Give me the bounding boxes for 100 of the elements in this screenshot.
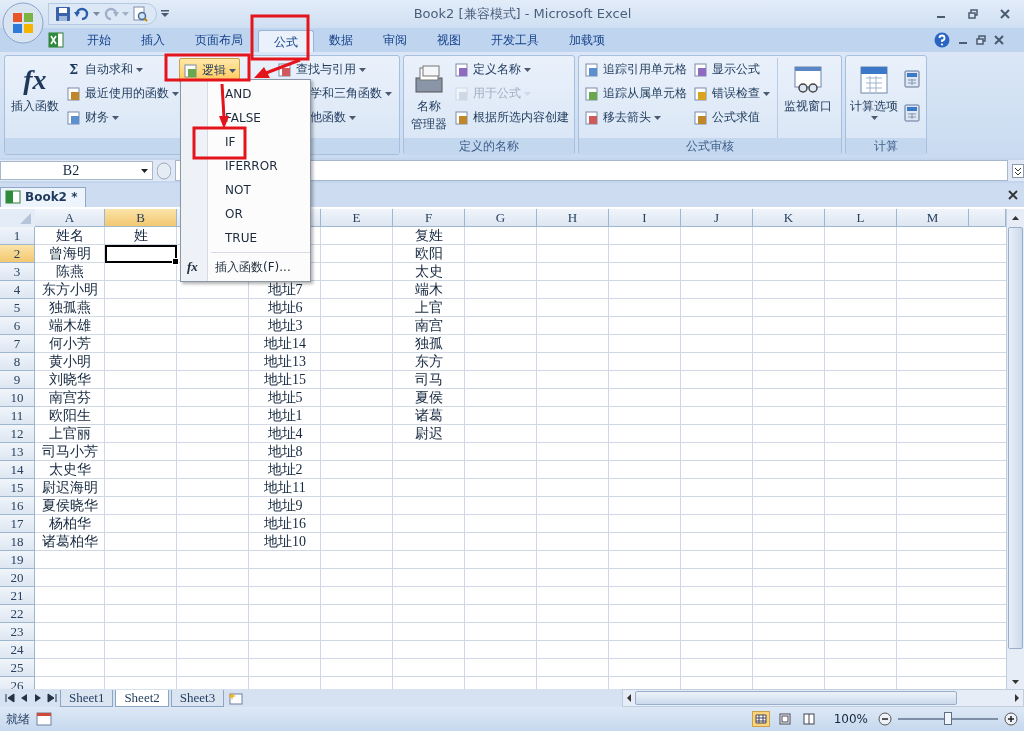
ribbon-button[interactable]: 显示公式 [690,58,777,81]
ribbon-tab[interactable]: 开发工具 [476,28,554,52]
ribbon-button[interactable]: 名称 管理器 [406,58,451,138]
ribbon-button[interactable]: 根据所选内容创建 [451,106,572,129]
ribbon-tab[interactable]: 审阅 [368,28,422,52]
selected-cell[interactable] [105,245,177,263]
row-header[interactable]: 18 [0,533,35,551]
name-box[interactable]: B2 [0,161,153,180]
menu-item[interactable]: IFERROR [181,154,310,178]
column-header[interactable]: J [681,209,753,227]
row-header[interactable]: 11 [0,407,35,425]
ribbon-button[interactable]: 公式求值 [690,106,777,129]
save-icon[interactable] [55,6,71,22]
row-header[interactable]: 21 [0,587,35,605]
row-header[interactable]: 6 [0,317,35,335]
macro-record-icon[interactable] [36,712,52,726]
row-header[interactable]: 5 [0,299,35,317]
column-header[interactable]: B [105,209,177,227]
zoom-out-icon[interactable] [878,712,892,726]
column-header[interactable]: L [825,209,897,227]
expand-icon[interactable] [1012,163,1024,178]
ribbon-tab[interactable]: 视图 [422,28,476,52]
normal-view-icon[interactable] [751,711,770,727]
workbook-tab[interactable]: Book2 * [0,187,87,207]
ribbon-button[interactable]: Σ 自动求和 [62,58,179,81]
menu-item[interactable]: OR [181,202,310,226]
row-header[interactable]: 16 [0,497,35,515]
row-header[interactable]: 9 [0,371,35,389]
ribbon-button[interactable]: 计算选项 [848,58,900,138]
ribbon-button[interactable]: fx 插入函数 [7,58,63,138]
first-sheet-icon[interactable] [4,692,16,704]
ribbon-tab[interactable]: 页面布局 [180,28,258,52]
row-header[interactable]: 17 [0,515,35,533]
ribbon-button[interactable]: 定义名称 [451,58,572,81]
ribbon-button[interactable]: 错误检查 [690,82,777,105]
row-header[interactable]: 14 [0,461,35,479]
menu-item[interactable]: fx 插入函数(F)... [181,255,310,279]
ribbon-button[interactable]: 最近使用的函数 [62,82,179,105]
ribbon-tab[interactable]: 开始 [72,28,126,52]
help-icon[interactable] [934,32,950,48]
row-header[interactable]: 12 [0,425,35,443]
row-header[interactable]: 25 [0,659,35,677]
sheet-tab[interactable]: Sheet2 [115,689,169,707]
sheet-tab[interactable]: Sheet3 [170,689,225,707]
column-header[interactable]: K [753,209,825,227]
row-header[interactable]: 2 [0,245,35,263]
caret-icon [358,67,366,72]
last-sheet-icon[interactable] [46,692,58,704]
slider-thumb[interactable] [944,712,952,725]
row-header[interactable]: 3 [0,263,35,281]
scroll-thumb[interactable] [635,691,957,705]
ribbon-button[interactable]: 监视窗口 [777,58,839,138]
column-header[interactable]: G [465,209,537,227]
close-icon[interactable] [994,35,1004,45]
vertical-scrollbar[interactable] [1006,209,1024,689]
row-header[interactable]: 13 [0,443,35,461]
column-header[interactable]: F [393,209,465,227]
row-header[interactable]: 23 [0,623,35,641]
sheet-tab[interactable]: Sheet1 [60,689,114,707]
row-header[interactable]: 24 [0,641,35,659]
row-header[interactable]: 4 [0,281,35,299]
caret-icon [348,115,356,120]
scroll-thumb[interactable] [1008,227,1023,649]
customize-caret-icon[interactable] [161,10,169,18]
row-header[interactable]: 20 [0,569,35,587]
row-header[interactable]: 19 [0,551,35,569]
caret-icon [93,12,100,16]
zoom-in-icon[interactable] [1004,712,1018,726]
ribbon-tab[interactable]: 插入 [126,28,180,52]
restore-icon[interactable] [968,9,978,19]
restore-icon[interactable] [976,35,986,45]
ribbon-tab[interactable]: 公式 [258,29,314,54]
ribbon-button[interactable]: 移去箭头 [581,106,690,129]
row-header[interactable]: 8 [0,353,35,371]
column-header[interactable]: I [609,209,681,227]
close-icon[interactable] [1000,9,1010,19]
menu-item[interactable]: NOT [181,178,310,202]
ribbon-button[interactable]: 追踪引用单元格 [581,58,690,81]
ribbon-tab[interactable]: 加载项 [554,28,620,52]
ribbon-button[interactable]: 追踪从属单元格 [581,82,690,105]
menu-item[interactable]: TRUE [181,226,310,250]
ribbon-button[interactable]: 他函数 [273,106,397,129]
column-header[interactable]: M [897,209,969,227]
horizontal-scrollbar[interactable] [622,689,1024,707]
ribbon-button[interactable]: 查找与引用 [273,58,397,81]
column-header[interactable]: H [537,209,609,227]
column-header[interactable]: E [321,209,393,227]
ribbon-tab[interactable]: 数据 [314,28,368,52]
spreadsheet-icon[interactable] [48,32,64,48]
menu-item[interactable]: IF [181,130,310,154]
undo-icon[interactable] [74,6,90,22]
column-header[interactable]: A [35,209,105,227]
row-header[interactable]: 7 [0,335,35,353]
row-header[interactable]: 1 [0,227,35,245]
close-icon[interactable] [1008,190,1018,200]
ribbon-button[interactable]: 财务 [62,106,179,129]
row-header[interactable]: 15 [0,479,35,497]
row-header[interactable]: 10 [0,389,35,407]
print-preview-icon[interactable] [132,6,148,22]
row-header[interactable]: 22 [0,605,35,623]
